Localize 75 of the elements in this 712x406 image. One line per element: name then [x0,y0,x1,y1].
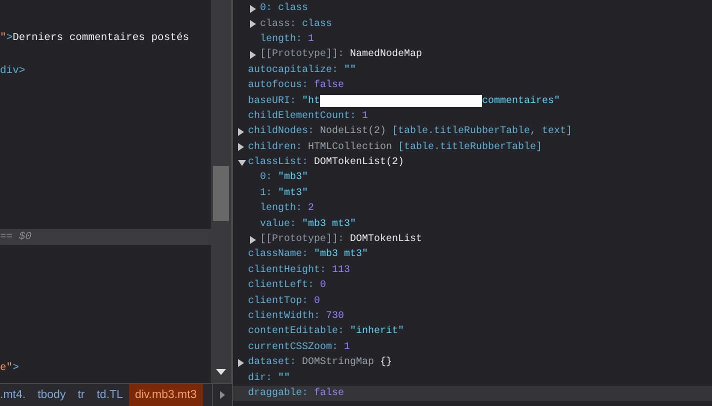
property-value: HTMLCollection [308,142,392,153]
collapse-arrow-icon[interactable] [238,160,246,166]
dom-line[interactable]: div> [0,63,211,79]
property-value: "" [278,372,290,384]
expand-arrow-icon[interactable] [250,20,256,28]
property-value: [table.titleRubberTable, text] [392,126,572,138]
property-key: 0: [260,3,272,14]
property-value: 2 [308,203,314,214]
expand-arrow-icon[interactable] [238,358,244,367]
property-key: className: [248,249,308,260]
expand-arrow-icon[interactable] [250,236,256,244]
expand-arrow-icon[interactable] [250,50,256,59]
property-value: "inherit" [350,326,404,338]
property-key: clientWidth: [248,311,320,322]
property-key: dir: [248,372,272,384]
property-key: length: [260,203,302,214]
property-key: clientLeft: [248,280,314,292]
property-value: [table.titleRubberTable] [398,142,542,153]
property-value: 1 [308,34,314,45]
property-key: childElementCount: [248,110,356,122]
scrollbar-thumb[interactable] [213,166,229,221]
property-value: 1 [362,110,368,122]
property-key: contentEditable: [248,326,344,338]
property-key: baseURI: [248,96,296,107]
property-value: 113 [332,264,350,276]
property-value: "mb3 mt3" [314,249,368,260]
property-key: length: [260,34,302,45]
property-key: [[Prototype]]: [260,49,344,60]
property-value: 0 [314,296,320,307]
expand-arrow-icon[interactable] [250,4,256,13]
property-value: class [302,18,332,30]
property-key: clientTop: [248,296,308,307]
property-value: commentaires" [482,96,560,107]
property-value: "mb3" [278,172,308,184]
property-key: classList: [248,157,308,168]
breadcrumb-item[interactable]: tr [72,384,91,406]
property-value: 1 [344,342,350,353]
breadcrumb-item[interactable]: tbody [32,384,72,406]
property-key: currentCSSZoom: [248,342,338,353]
property-value: DOMTokenList(2) [314,157,404,168]
property-value: 730 [326,311,344,322]
property-key: value: [260,218,296,230]
property-key: childNodes: [248,126,314,138]
property-value: class [278,3,308,14]
property-key: autofocus: [248,80,308,92]
property-key: draggable: [248,388,308,399]
expand-arrow-icon[interactable] [238,128,244,136]
property-key: clientHeight: [248,264,326,276]
property-value: false [314,80,344,92]
scroll-down-icon[interactable] [216,369,226,375]
property-value: {} [380,357,392,368]
property-key: 1: [260,188,272,199]
property-key: children: [248,142,302,153]
property-key: class: [260,18,296,30]
expand-arrow-icon[interactable] [238,143,244,152]
property-value: DOMStringMap [302,357,374,368]
property-value: "" [344,64,356,76]
breadcrumb-item[interactable]: td.TL [90,384,129,406]
dom-line[interactable]: e"> [0,360,211,376]
property-value: NodeList(2) [320,126,386,138]
property-value: DOMTokenList [350,234,422,246]
breadcrumb-item[interactable]: div.mb3.mt3 [128,384,203,406]
property-key: dataset: [248,357,296,368]
property-key: autocapitalize: [248,64,338,76]
property-key: 0: [260,172,272,184]
dom-line[interactable]: ">Derniers commentaires postés [0,30,211,46]
caret-right-icon [220,391,225,399]
property-value: NamedNodeMap [350,49,422,60]
breadcrumb-item[interactable]: .mt4. [0,384,32,406]
property-value: false [314,388,344,399]
property-key: [[Prototype]]: [260,234,344,246]
property-value: "ht [302,96,320,107]
property-value: "mt3" [278,188,308,199]
property-value: 0 [320,280,326,292]
property-value: "mb3 mt3" [302,218,356,230]
